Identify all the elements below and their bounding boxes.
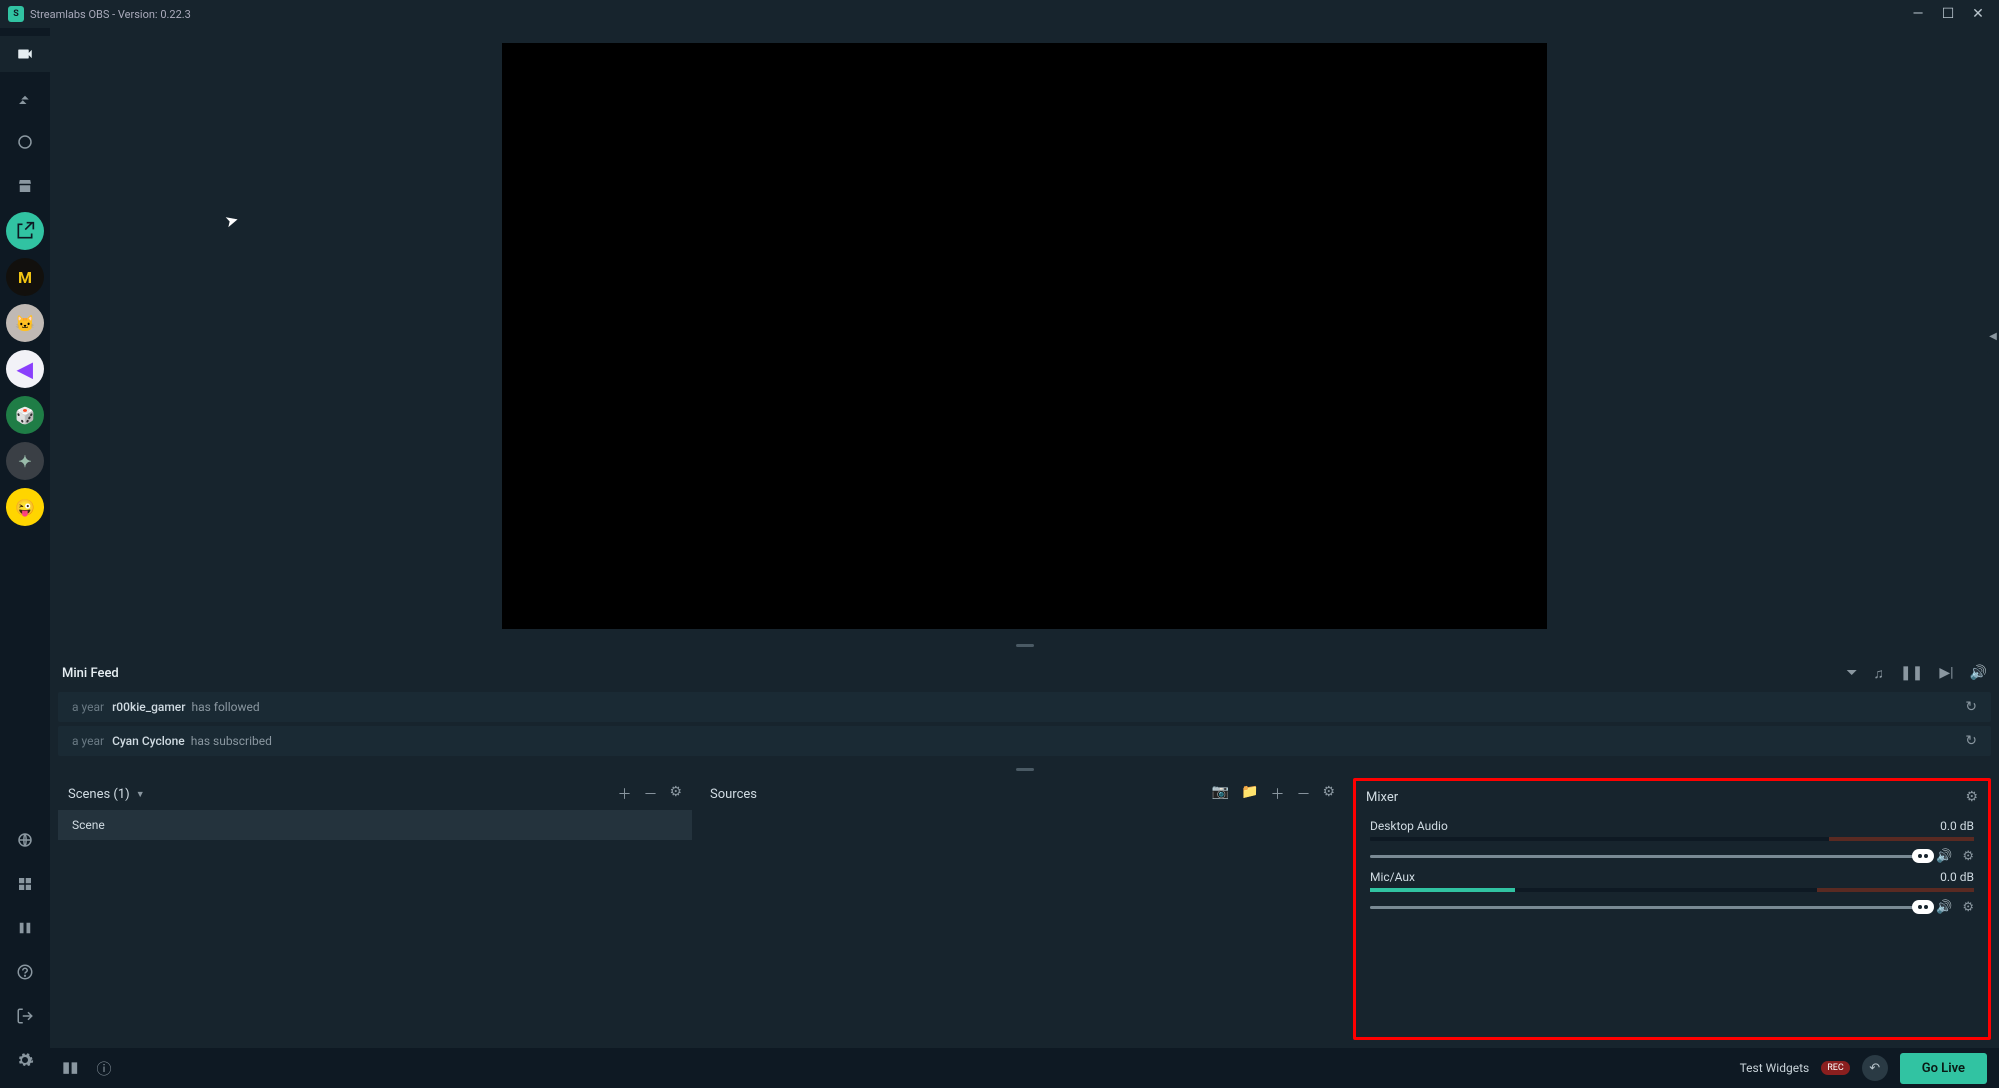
source-camera-icon[interactable]: 📷 — [1212, 784, 1229, 804]
close-button[interactable]: ✕ — [1969, 6, 1987, 22]
speaker-icon[interactable]: 🔊 — [1936, 900, 1952, 915]
minifeed-header: Mini Feed ⏷ ♫ ❚❚ ▶| 🔊 — [50, 654, 1999, 692]
channel-meter — [1370, 837, 1974, 841]
remove-source-button[interactable]: － — [1296, 784, 1310, 804]
test-widgets-button[interactable]: Test Widgets — [1740, 1061, 1810, 1075]
nav-help[interactable] — [0, 952, 50, 992]
minifeed-list: a year r00kie_gamer has followed ↻ a yea… — [50, 692, 1999, 768]
nav-settings[interactable] — [0, 1040, 50, 1080]
nav-grid[interactable] — [0, 864, 50, 904]
feed-user: r00kie_gamer — [112, 700, 185, 714]
sources-title: Sources — [710, 787, 757, 802]
add-source-button[interactable]: ＋ — [1270, 784, 1284, 804]
scene-settings-button[interactable]: ⚙ — [669, 784, 682, 804]
stats-icon[interactable]: ▮▮ — [62, 1058, 79, 1079]
bottom-nav — [0, 820, 50, 1088]
window-title: Streamlabs OBS - Version: 0.22.3 — [30, 8, 191, 21]
mixer-channel-mic: Mic/Aux 0.0 dB 🔊 ⚙ — [1356, 864, 1988, 915]
source-folder-icon[interactable]: 📁 — [1241, 784, 1258, 804]
themes-tab[interactable] — [0, 80, 50, 116]
feed-item[interactable]: a year r00kie_gamer has followed ↻ — [58, 692, 1991, 722]
remove-scene-button[interactable]: － — [643, 784, 657, 804]
left-sidebar: M 🐱 ◀ 🎲 ✦ 😜 — [0, 28, 50, 1088]
chat-tab[interactable] — [0, 124, 50, 160]
music-icon[interactable]: ♫ — [1873, 665, 1884, 682]
lower-panels: Scenes (1) ▼ ＋ － ⚙ Scene Sources — [50, 778, 1999, 1048]
bottom-bar: ▮▮ ⓘ Test Widgets REC ↶ Go Live — [50, 1048, 1999, 1088]
feed-action: has followed — [191, 700, 259, 714]
mouse-cursor: ➤ — [223, 210, 241, 232]
scene-name: Scene — [72, 818, 105, 832]
mixer-settings-button[interactable]: ⚙ — [1965, 789, 1978, 805]
channel-db: 0.0 dB — [1940, 819, 1974, 833]
preview-canvas[interactable] — [502, 43, 1547, 629]
app-slot-puzzle[interactable]: ✦ — [6, 442, 44, 480]
app-slot-cat[interactable]: 🐱 — [6, 304, 44, 342]
feed-action: has subscribed — [191, 734, 272, 748]
feed-time: a year — [72, 734, 104, 748]
titlebar: S Streamlabs OBS - Version: 0.22.3 — ☐ ✕ — [0, 0, 1999, 28]
mute-icon[interactable]: 🔊 — [1970, 665, 1987, 682]
app-slot-dice[interactable]: 🎲 — [6, 396, 44, 434]
scene-item[interactable]: Scene — [58, 810, 692, 840]
feed-time: a year — [72, 700, 104, 714]
resize-handle-lower[interactable] — [50, 768, 1999, 778]
channel-name: Mic/Aux — [1370, 870, 1415, 884]
preview-area[interactable]: ➤ ◀ — [50, 28, 1999, 644]
nav-globe[interactable] — [0, 820, 50, 860]
app-slot-k[interactable]: ◀ — [6, 350, 44, 388]
resize-handle-preview[interactable] — [50, 644, 1999, 654]
meter-red — [1829, 837, 1974, 841]
mixer-title: Mixer — [1366, 790, 1398, 805]
source-settings-button[interactable]: ⚙ — [1322, 784, 1335, 804]
feed-item[interactable]: a year Cyan Cyclone has subscribed ↻ — [58, 726, 1991, 756]
scenes-title: Scenes (1) — [68, 787, 130, 802]
app-slot-streamlabs[interactable] — [6, 212, 44, 250]
main-column: ➤ ◀ Mini Feed ⏷ ♫ ❚❚ ▶| 🔊 a year r00kie_… — [50, 28, 1999, 1088]
scenes-panel: Scenes (1) ▼ ＋ － ⚙ Scene — [58, 778, 692, 1040]
skip-icon[interactable]: ▶| — [1939, 665, 1953, 682]
undo-button[interactable]: ↶ — [1862, 1055, 1888, 1081]
channel-gear-icon[interactable]: ⚙ — [1962, 900, 1974, 915]
feed-user: Cyan Cyclone — [112, 734, 185, 748]
pause-icon[interactable]: ❚❚ — [1900, 665, 1923, 682]
meter-red — [1817, 888, 1974, 892]
app-slot-m[interactable]: M — [6, 258, 44, 296]
rec-button[interactable]: REC — [1821, 1061, 1850, 1075]
store-tab[interactable] — [0, 168, 50, 204]
window-controls: — ☐ ✕ — [1909, 6, 1991, 22]
mixer-panel: Mixer ⚙ Desktop Audio 0.0 dB — [1353, 778, 1991, 1040]
channel-db: 0.0 dB — [1940, 870, 1974, 884]
volume-slider[interactable] — [1370, 906, 1926, 909]
sources-panel: Sources 📷 📁 ＋ － ⚙ — [700, 778, 1345, 1040]
volume-slider[interactable] — [1370, 855, 1926, 858]
channel-gear-icon[interactable]: ⚙ — [1962, 849, 1974, 864]
add-scene-button[interactable]: ＋ — [617, 784, 631, 804]
replay-icon[interactable]: ↻ — [1965, 733, 1977, 749]
channel-meter — [1370, 888, 1974, 892]
filter-icon[interactable]: ⏷ — [1846, 665, 1857, 682]
nav-columns[interactable] — [0, 908, 50, 948]
nav-logout[interactable] — [0, 996, 50, 1036]
mixer-channel-desktop: Desktop Audio 0.0 dB 🔊 — [1356, 813, 1988, 864]
go-live-button[interactable]: Go Live — [1900, 1053, 1987, 1084]
info-icon[interactable]: ⓘ — [97, 1058, 112, 1079]
slider-knob[interactable] — [1912, 849, 1934, 863]
app-slot-face[interactable]: 😜 — [6, 488, 44, 526]
editor-tab[interactable] — [0, 36, 50, 72]
minimize-button[interactable]: — — [1909, 6, 1927, 22]
speaker-icon[interactable]: 🔊 — [1936, 849, 1952, 864]
meter-green — [1370, 888, 1515, 892]
slider-knob[interactable] — [1912, 900, 1934, 914]
right-panel-toggle[interactable]: ◀ — [1987, 318, 1999, 354]
minifeed-title: Mini Feed — [62, 666, 119, 681]
app-icon: S — [8, 6, 24, 22]
replay-icon[interactable]: ↻ — [1965, 699, 1977, 715]
chevron-down-icon: ▼ — [136, 789, 145, 800]
scenes-dropdown[interactable]: Scenes (1) ▼ — [68, 787, 145, 802]
channel-name: Desktop Audio — [1370, 819, 1448, 833]
maximize-button[interactable]: ☐ — [1939, 6, 1957, 22]
